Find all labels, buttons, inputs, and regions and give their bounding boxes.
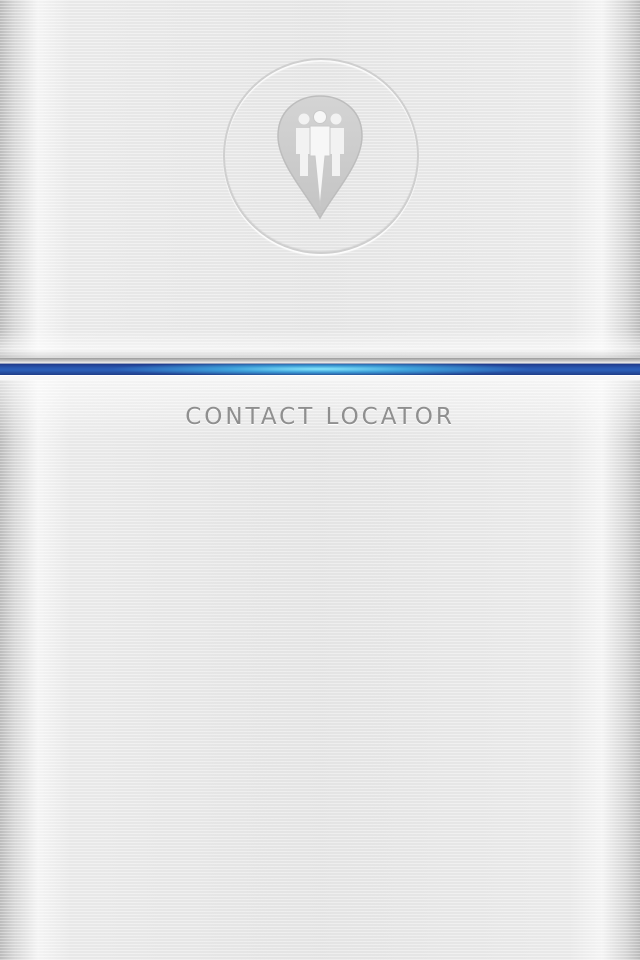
divider-groove	[0, 358, 640, 380]
divider-glow-bar	[0, 364, 640, 375]
bottom-metal-panel	[0, 380, 640, 960]
contacts-location-pin-icon	[277, 95, 363, 220]
app-title: CONTACT LOCATOR	[185, 404, 455, 430]
